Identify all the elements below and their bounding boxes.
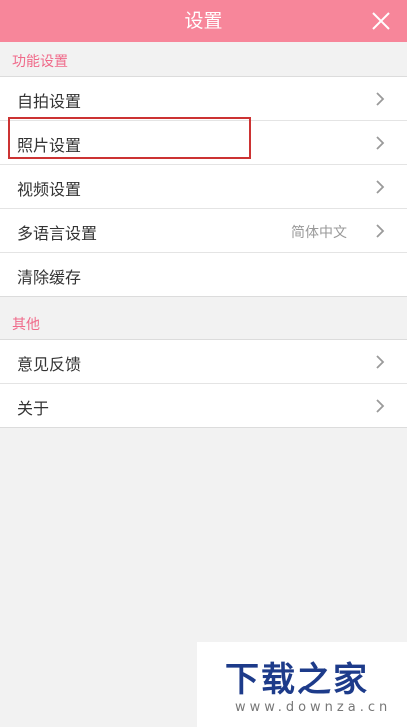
settings-item-feedback[interactable]: 意见反馈 [0,340,407,384]
settings-item-label: 自拍设置 [17,92,82,111]
settings-item-photo[interactable]: 照片设置 [0,121,407,165]
group-features: 自拍设置 照片设置 视频设置 多语言设置 简体中文 清除缓存 [0,76,407,297]
watermark-url: www.downza.cn [235,700,392,715]
settings-item-language[interactable]: 多语言设置 简体中文 [0,209,407,253]
watermark-logo: 下载之家 [225,660,369,700]
chevron-right-icon [376,224,385,238]
settings-item-about[interactable]: 关于 [0,384,407,427]
chevron-right-icon [376,355,385,369]
top-bar: 设置 [0,0,407,42]
chevron-right-icon [376,399,385,413]
page-title: 设置 [184,10,223,32]
chevron-right-icon [376,92,385,106]
settings-item-label: 意见反馈 [17,355,82,374]
settings-screen: 设置 功能设置 自拍设置 照片设置 视频设置 多语言设置 简体中文 清除缓存 其… [0,0,407,727]
section-header-features: 功能设置 [0,42,407,76]
settings-item-label: 多语言设置 [17,224,98,243]
section-header-other: 其他 [0,305,407,339]
settings-item-label: 照片设置 [17,136,82,155]
settings-item-label: 关于 [17,399,50,418]
section-title: 功能设置 [12,54,68,70]
chevron-right-icon [376,180,385,194]
chevron-right-icon [376,136,385,150]
settings-item-clear-cache[interactable]: 清除缓存 [0,253,407,296]
group-other: 意见反馈 关于 [0,339,407,428]
settings-item-label: 清除缓存 [17,268,82,287]
watermark: 下载之家 www.downza.cn [197,642,407,727]
language-value: 简体中文 [291,225,347,241]
close-icon[interactable] [369,9,393,33]
settings-item-selfie[interactable]: 自拍设置 [0,77,407,121]
settings-item-label: 视频设置 [17,180,82,199]
settings-item-video[interactable]: 视频设置 [0,165,407,209]
section-title: 其他 [12,317,40,333]
